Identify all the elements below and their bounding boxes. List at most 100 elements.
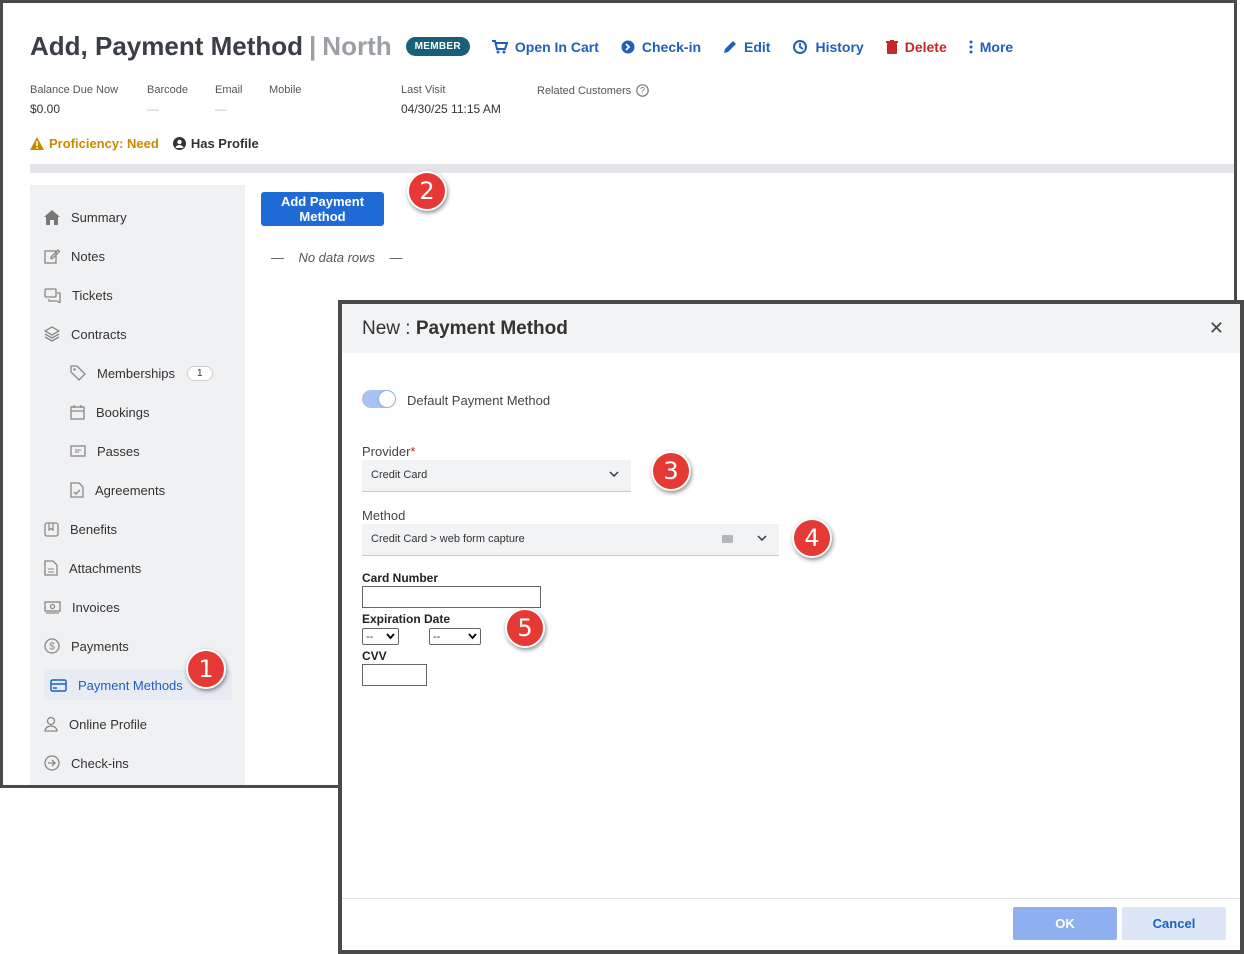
calendar-icon <box>70 404 85 420</box>
cart-icon <box>491 39 508 53</box>
provider-label: Provider* <box>362 444 415 459</box>
sidebar-item-attachments[interactable]: Attachments <box>44 553 141 583</box>
title-separator: | <box>309 31 317 61</box>
check-in-button[interactable]: Check-in <box>621 39 701 55</box>
user-icon <box>44 716 58 732</box>
exp-month-select[interactable]: -- <box>362 628 399 645</box>
card-number-input[interactable] <box>362 586 541 608</box>
default-payment-toggle[interactable] <box>362 390 396 408</box>
svg-text:$: $ <box>49 642 55 653</box>
sidebar-item-label: Memberships <box>97 365 176 381</box>
sidebar-item-notes[interactable]: Notes <box>44 241 105 271</box>
more-icon <box>722 535 733 543</box>
sidebar-item-contracts[interactable]: Contracts <box>44 319 127 349</box>
arrow-circle-icon <box>44 755 60 771</box>
expiration-label: Expiration Date <box>362 612 451 626</box>
memberships-count: 1 <box>187 365 213 381</box>
more-label: More <box>979 38 1014 55</box>
callout-1: 1 <box>186 649 226 689</box>
cvv-input[interactable] <box>362 664 427 686</box>
user-circle-icon <box>172 137 186 150</box>
sidebar-item-summary[interactable]: Summary <box>44 202 127 232</box>
page-title: Add, Payment Method <box>30 31 304 61</box>
chevron-down-icon <box>386 633 395 640</box>
dialog-title-main: Payment Method <box>415 318 568 339</box>
help-icon[interactable]: ? <box>636 84 649 97</box>
credit-card-icon <box>50 678 67 692</box>
sidebar-item-online-profile[interactable]: Online Profile <box>44 709 147 739</box>
provider-select[interactable]: Credit Card <box>362 460 631 492</box>
ok-button[interactable]: OK <box>1013 907 1117 940</box>
sidebar-item-payments[interactable]: $ Payments <box>44 631 129 661</box>
last-visit: Last Visit 04/30/25 11:15 AM <box>401 84 501 116</box>
layers-icon <box>44 326 60 342</box>
email: Email — <box>215 84 243 116</box>
exp-year-value: -- <box>433 630 441 643</box>
sidebar-item-agreements[interactable]: Agreements <box>70 475 165 505</box>
arrow-circle-icon <box>621 40 635 53</box>
member-badge: MEMBER <box>405 37 470 56</box>
open-in-cart-button[interactable]: Open In Cart <box>491 38 599 55</box>
pencil-icon <box>724 40 737 53</box>
sidebar-item-check-ins[interactable]: Check-ins <box>44 748 129 778</box>
sidebar-item-tickets[interactable]: Tickets <box>44 280 113 310</box>
header: Add, Payment Method | North MEMBER Open … <box>30 31 1013 62</box>
sidebar-item-label: Summary <box>71 209 127 225</box>
sidebar-item-label: Invoices <box>72 599 120 615</box>
method-select[interactable]: Credit Card > web form capture <box>362 524 779 556</box>
proficiency-label: Proficiency: Need <box>49 136 159 151</box>
sidebar-item-passes[interactable]: Passes <box>70 436 140 466</box>
last-visit-label: Last Visit <box>401 84 446 96</box>
chevron-down-icon <box>609 471 619 477</box>
provider-value: Credit Card <box>371 469 428 481</box>
close-icon[interactable]: ✕ <box>1209 318 1224 339</box>
bookmark-icon <box>44 521 59 537</box>
open-in-cart-label: Open In Cart <box>514 38 599 55</box>
sidebar-item-memberships[interactable]: Memberships 1 <box>70 358 213 388</box>
exp-year-select[interactable]: -- <box>429 628 481 645</box>
dialog-footer: OK Cancel <box>342 898 1240 950</box>
email-value: — <box>215 102 227 116</box>
last-visit-value: 04/30/25 11:15 AM <box>401 102 501 116</box>
history-button[interactable]: History <box>792 39 864 55</box>
check-in-label: Check-in <box>641 38 702 55</box>
exp-month-value: -- <box>366 630 374 643</box>
more-button[interactable]: More <box>969 39 1013 55</box>
balance-value: $0.00 <box>30 102 61 116</box>
sidebar-item-label: Notes <box>71 248 105 264</box>
proficiency-status: Proficiency: Need <box>30 136 159 151</box>
delete-button[interactable]: Delete <box>885 39 947 55</box>
barcode-label: Barcode <box>147 84 188 96</box>
add-payment-method-button[interactable]: Add Payment Method <box>261 192 384 226</box>
provider-label-text: Provider <box>362 444 411 459</box>
default-payment-label: Default Payment Method <box>407 393 551 408</box>
callout-2: 2 <box>407 171 447 211</box>
trash-icon <box>885 39 898 54</box>
related-customers: Related Customers ? <box>537 84 649 97</box>
toggle-knob <box>379 391 395 407</box>
cancel-button[interactable]: Cancel <box>1122 907 1226 940</box>
chevron-down-icon <box>757 535 767 541</box>
callout-5: 5 <box>505 608 545 648</box>
tag-icon <box>70 365 86 381</box>
cvv-label: CVV <box>362 649 387 663</box>
dialog-title: New : Payment Method <box>362 318 568 340</box>
barcode: Barcode — <box>147 84 188 116</box>
file-icon <box>44 560 58 576</box>
has-profile-status: Has Profile <box>172 136 259 151</box>
sidebar-item-benefits[interactable]: Benefits <box>44 514 117 544</box>
chat-icon <box>44 287 61 303</box>
has-profile-label: Has Profile <box>190 136 259 151</box>
sidebar-item-invoices[interactable]: Invoices <box>44 592 120 622</box>
edit-label: Edit <box>744 38 771 55</box>
callout-3: 3 <box>651 451 691 491</box>
edit-note-icon <box>44 249 60 264</box>
divider <box>30 164 1234 173</box>
edit-button[interactable]: Edit <box>723 39 770 55</box>
required-mark: * <box>410 444 416 459</box>
sidebar-item-bookings[interactable]: Bookings <box>70 397 149 427</box>
dots-vertical-icon <box>969 40 973 53</box>
barcode-value: — <box>147 102 159 116</box>
sidebar-item-label: Agreements <box>95 482 166 498</box>
sidebar-item-label: Check-ins <box>71 755 129 771</box>
